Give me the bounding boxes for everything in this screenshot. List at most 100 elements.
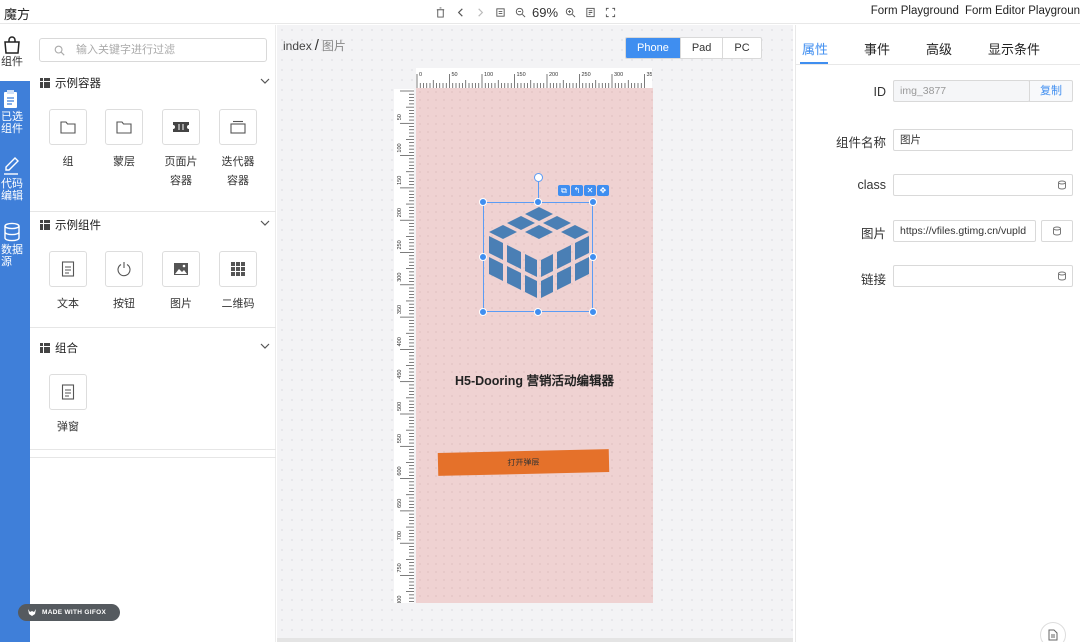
resize-handle[interactable] xyxy=(589,253,597,261)
rail-label: 组件 xyxy=(1,56,23,68)
section-header[interactable]: 示例组件 xyxy=(40,217,272,233)
database-icon xyxy=(1053,226,1061,236)
zoom-in-icon[interactable] xyxy=(560,3,580,21)
tab-advanced[interactable]: 高级 xyxy=(926,39,952,58)
tile-label: 迭代器 xyxy=(221,156,255,168)
tab-properties[interactable]: 属性 xyxy=(802,39,828,58)
rail-label: 源 xyxy=(1,256,12,268)
window-icon xyxy=(230,120,246,134)
ruler-top: 0 50 100 150 200 250 300 350 xyxy=(416,68,652,88)
tile-box xyxy=(49,109,87,145)
delete-icon[interactable] xyxy=(430,3,450,21)
tile-label: 按钮 xyxy=(113,298,135,310)
redo-icon[interactable] xyxy=(470,3,490,21)
tab-events[interactable]: 事件 xyxy=(864,39,890,58)
rail-label: 已选 xyxy=(1,111,23,123)
component-tile-text[interactable]: 文本 xyxy=(48,251,88,314)
fullscreen-icon[interactable] xyxy=(600,3,620,21)
component-tile-iterator[interactable]: 迭代器 容器 xyxy=(218,109,258,191)
divider xyxy=(30,211,276,212)
component-tile-mask[interactable]: 蒙层 xyxy=(104,109,144,172)
ruler-left-label: 800 xyxy=(397,596,403,603)
top-bar: 魔方 69% Form Playground Form Editor Playg… xyxy=(0,0,1080,24)
image-icon xyxy=(174,263,188,275)
selection-box xyxy=(483,202,593,312)
component-tile-page-fragment[interactable]: 页面片 容器 xyxy=(161,109,201,191)
tile-box xyxy=(105,251,143,287)
tab-phone[interactable]: Phone xyxy=(626,38,680,58)
resize-handle[interactable] xyxy=(479,308,487,316)
tile-label: 二维码 xyxy=(221,298,255,310)
undo-icon[interactable] xyxy=(450,3,470,21)
rail-label: 组件 xyxy=(1,123,23,135)
pen-icon xyxy=(4,157,19,175)
rail-item-data-source[interactable]: 数据 源 xyxy=(0,222,30,276)
phone-canvas[interactable]: ⧉ ↰ ✕ ✥ H5-Dooring 营销活动编辑器 打开弹层 xyxy=(416,88,653,603)
horizontal-scrollbar[interactable] xyxy=(277,638,793,642)
divider xyxy=(30,457,276,458)
rail-item-code-edit[interactable]: 代码 编辑 xyxy=(0,156,30,210)
class-field[interactable] xyxy=(893,174,1073,196)
component-tile-image[interactable]: 图片 xyxy=(161,251,201,314)
move-up-icon[interactable]: ↰ xyxy=(571,185,583,196)
ruler-top-label: 200 xyxy=(549,72,558,78)
component-tile-button[interactable]: 按钮 xyxy=(104,251,144,314)
image-source-button[interactable] xyxy=(1041,220,1073,242)
zoom-out-icon[interactable] xyxy=(510,3,530,21)
ruler-left-label: 350 xyxy=(397,305,403,314)
copy-icon[interactable] xyxy=(490,3,510,21)
preview-icon[interactable] xyxy=(580,3,600,21)
grid-icon xyxy=(40,343,50,353)
copy-button[interactable]: 复制 xyxy=(1029,80,1073,102)
section-header[interactable]: 示例容器 xyxy=(40,75,272,91)
document-fab[interactable] xyxy=(1040,622,1066,642)
document-icon xyxy=(61,261,75,277)
tile-label: 容器 xyxy=(227,175,249,187)
ruler-left-label: 400 xyxy=(397,337,403,346)
ruler-top-label: 150 xyxy=(517,72,526,78)
toolbar: 69% xyxy=(430,3,620,21)
rotate-handle[interactable] xyxy=(534,173,543,182)
component-tile-qrcode[interactable]: 二维码 xyxy=(218,251,258,314)
grid-icon xyxy=(231,262,245,276)
resize-handle[interactable] xyxy=(534,308,542,316)
component-tile-modal[interactable]: 弹窗 xyxy=(48,374,88,437)
chevron-down-icon xyxy=(260,78,270,84)
resize-handle[interactable] xyxy=(479,198,487,206)
ruler-left-label: 600 xyxy=(397,466,403,475)
form-playground-link[interactable]: Form Playground xyxy=(871,5,959,17)
tile-box xyxy=(162,251,200,287)
search-input[interactable] xyxy=(76,42,256,58)
ruler-top-label: 100 xyxy=(484,72,493,78)
tab-pad[interactable]: Pad xyxy=(679,38,723,58)
link-field[interactable] xyxy=(893,265,1073,287)
component-tile-group[interactable]: 组 xyxy=(48,109,88,172)
fox-icon xyxy=(28,609,36,616)
tile-box xyxy=(219,251,257,287)
ruler-left-label: 500 xyxy=(397,402,403,411)
resize-handle[interactable] xyxy=(589,198,597,206)
resize-handle[interactable] xyxy=(534,198,542,206)
ruler-top-label: 300 xyxy=(614,72,623,78)
copy-icon[interactable]: ⧉ xyxy=(558,185,570,196)
tab-display-conditions[interactable]: 显示条件 xyxy=(988,39,1040,58)
move-icon[interactable]: ✥ xyxy=(597,185,609,196)
rail-item-components[interactable]: 组件 xyxy=(0,25,30,81)
ticket-icon xyxy=(173,122,189,132)
page-title-text[interactable]: H5-Dooring 营销活动编辑器 xyxy=(416,370,653,389)
resize-handle[interactable] xyxy=(589,308,597,316)
close-icon[interactable]: ✕ xyxy=(584,185,596,196)
form-editor-playground-link[interactable]: Form Editor Playgroun xyxy=(965,5,1080,17)
image-label: 图片 xyxy=(860,227,886,241)
image-url-field[interactable]: https://vfiles.gtimg.cn/vupld xyxy=(893,220,1036,242)
component-name-field[interactable]: 图片 xyxy=(893,129,1073,151)
section-title: 示例组件 xyxy=(55,220,101,232)
tab-pc[interactable]: PC xyxy=(722,38,760,58)
resize-handle[interactable] xyxy=(479,253,487,261)
breadcrumb-root[interactable]: index xyxy=(283,39,312,53)
database-icon xyxy=(1058,271,1066,281)
open-modal-button[interactable]: 打开弹层 xyxy=(437,449,610,476)
rail-item-selected[interactable]: 已选 组件 xyxy=(0,89,30,143)
app-title: 魔方 xyxy=(4,7,31,22)
section-header[interactable]: 组合 xyxy=(40,340,272,356)
